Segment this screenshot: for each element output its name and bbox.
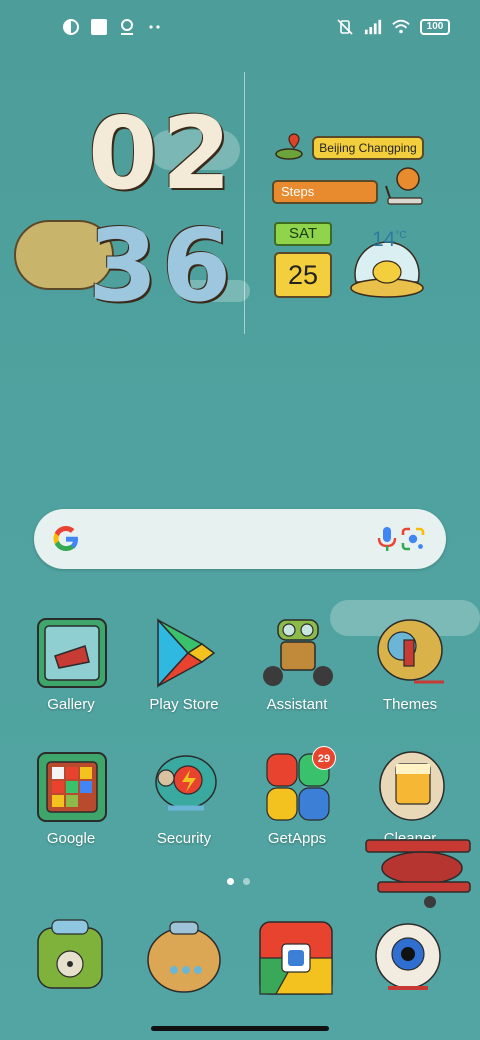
temperature-unit: °C <box>395 230 407 241</box>
app-getapps[interactable]: GetApps <box>241 750 353 860</box>
battery-indicator: 100 <box>420 19 450 35</box>
dock-chrome[interactable] <box>256 918 336 998</box>
biplane-illustration <box>358 812 474 912</box>
app-label: Assistant <box>266 696 328 713</box>
notification-badge: 29 <box>312 746 336 770</box>
widget-divider <box>244 72 245 334</box>
notification-app-icon <box>62 18 80 36</box>
location-ring-icon <box>118 18 136 36</box>
date-number[interactable]: 25 <box>274 252 332 298</box>
google-search-bar[interactable] <box>34 509 446 569</box>
app-label: Play Store <box>149 696 219 713</box>
page-indicator <box>227 878 250 885</box>
dock-messages[interactable] <box>144 918 224 998</box>
status-right: 100 <box>336 18 450 36</box>
google-folder-icon <box>35 750 109 824</box>
app-play-store[interactable]: Play Store <box>128 616 240 726</box>
steps-bar[interactable]: Steps <box>272 180 378 204</box>
robot-phone-icon <box>30 918 110 1003</box>
dock-camera[interactable] <box>368 918 448 998</box>
clock-minute: 36 <box>88 207 236 324</box>
app-themes[interactable]: Themes <box>354 616 466 726</box>
play-store-icon <box>148 616 222 690</box>
signal-icon <box>364 18 382 36</box>
submarine-messages-icon <box>144 918 224 1003</box>
page-dot-active <box>227 878 234 885</box>
microphone-icon[interactable] <box>376 525 398 553</box>
app-label: Gallery <box>47 696 95 713</box>
square-icon <box>90 18 108 36</box>
temperature-value: 14 <box>372 228 396 251</box>
page-dot <box>243 878 250 885</box>
app-assistant[interactable]: Assistant <box>241 616 353 726</box>
weekday-label: SAT <box>274 222 332 246</box>
pumpkin-treadmill-icon <box>384 166 424 212</box>
google-g-icon[interactable] <box>50 523 82 555</box>
gallery-icon <box>35 616 109 690</box>
eyeball-camera-icon <box>368 918 448 1003</box>
assistant-robot-icon <box>261 616 335 690</box>
more-dots-icon <box>146 18 164 36</box>
app-label: Themes <box>382 696 438 713</box>
clock-hour: 02 <box>88 95 236 212</box>
themes-icon <box>374 616 448 690</box>
app-google-folder[interactable]: Google <box>15 750 127 860</box>
clock-widget[interactable]: 02 36 <box>0 90 250 324</box>
security-icon <box>148 750 222 824</box>
status-left <box>62 18 164 36</box>
vibrate-off-icon <box>336 18 354 36</box>
google-lens-icon[interactable] <box>400 526 426 552</box>
gesture-navigation-bar[interactable] <box>151 1026 329 1031</box>
wifi-icon <box>392 18 410 36</box>
app-label: GetApps <box>267 830 327 847</box>
status-bar: 100 <box>0 0 480 56</box>
dock-phone[interactable] <box>30 918 110 998</box>
app-gallery[interactable]: Gallery <box>15 616 127 726</box>
temperature: 14°C <box>372 228 407 252</box>
app-label: Google <box>46 830 96 847</box>
location-pin-icon <box>274 130 304 160</box>
location-label[interactable]: Beijing Changping <box>312 136 424 160</box>
app-security[interactable]: Security <box>128 750 240 860</box>
steps-label: Steps <box>281 184 315 199</box>
app-label: Security <box>156 830 212 847</box>
chrome-icon <box>256 918 336 1003</box>
